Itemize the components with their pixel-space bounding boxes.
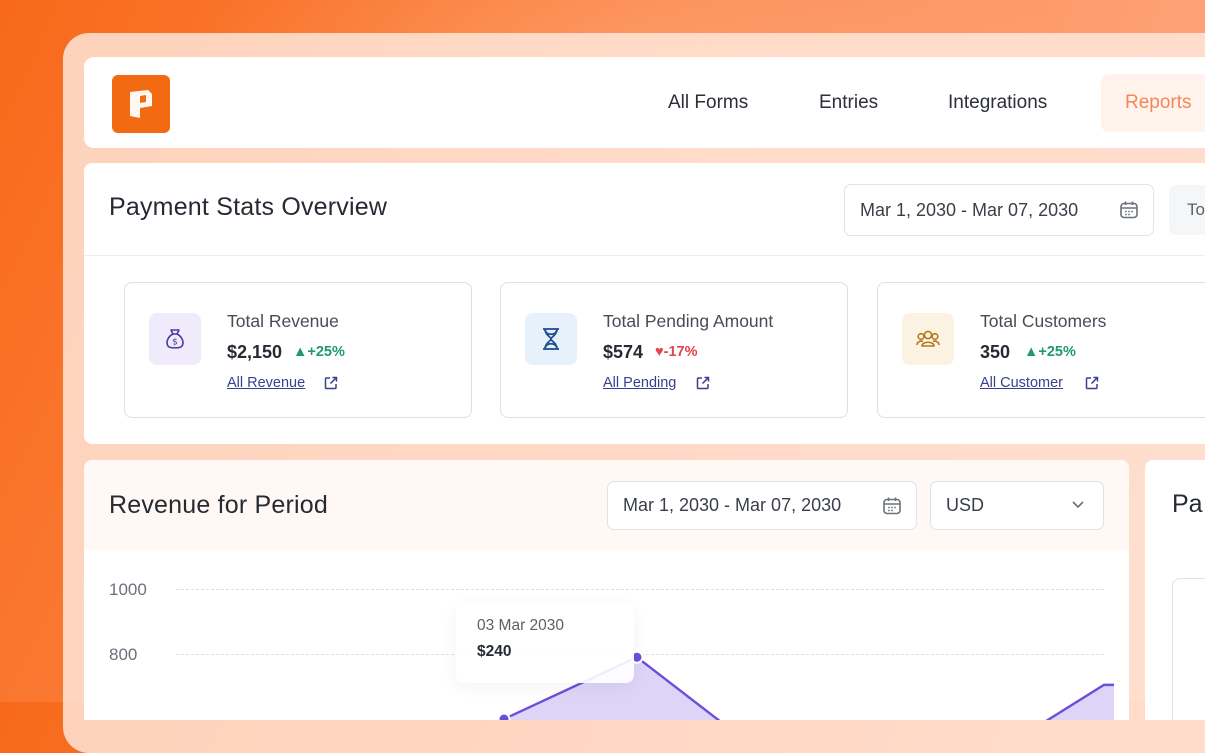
side-panel-inner [1172,578,1205,720]
nav-all-forms[interactable]: All Forms [668,85,748,121]
triangle-up-icon: ▲ [293,344,308,360]
external-link-icon[interactable] [323,375,339,391]
hourglass-icon [525,313,577,365]
stat-value: $574 [603,342,644,362]
tooltip-value: $240 [477,643,512,660]
svg-text:$: $ [172,338,178,348]
stats-header: Payment Stats Overview Mar 1, 2030 - Mar… [84,163,1205,256]
chart-tooltip: 03 Mar 2030 $240 [456,603,634,683]
stat-label: Total Revenue [227,311,339,331]
external-link-icon[interactable] [1084,375,1100,391]
revenue-card: Revenue for Period Mar 1, 2030 - Mar 07,… [84,460,1129,720]
stats-secondary-select[interactable]: To [1169,185,1205,235]
money-bag-icon: $ [149,313,201,365]
data-point [497,712,511,720]
tooltip-date: 03 Mar 2030 [477,617,565,634]
nav-integrations[interactable]: Integrations [948,85,1047,121]
stat-change: ▲+25% [1024,344,1076,360]
heart-down-icon: ♥ [655,344,664,360]
stat-card-pending: Total Pending Amount $574 ♥-17% All Pend… [500,282,848,418]
nav-reports[interactable]: Reports [1125,85,1192,121]
triangle-up-icon: ▲ [1024,344,1039,360]
payment-stats-card: Payment Stats Overview Mar 1, 2030 - Mar… [84,163,1205,444]
stat-value: 350 [980,342,1011,362]
stat-card-revenue: $ Total Revenue $2,150 ▲+25% All Revenue [124,282,472,418]
stats-date-picker[interactable]: Mar 1, 2030 - Mar 07, 2030 [844,184,1154,236]
stat-value: $2,150 [227,342,283,362]
nav-entries[interactable]: Entries [819,85,878,121]
all-revenue-link[interactable]: All Revenue [227,375,305,391]
side-panel-card: Pa [1145,460,1205,720]
stats-date-value: Mar 1, 2030 - Mar 07, 2030 [860,199,1079,220]
users-icon [902,313,954,365]
external-link-icon[interactable] [695,375,711,391]
stat-change: ▲+25% [293,344,345,360]
stat-change: ♥-17% [655,344,698,360]
logo-icon [130,90,152,118]
page-title: Payment Stats Overview [109,193,388,221]
stat-label: Total Pending Amount [603,311,774,331]
stat-card-customers: Total Customers 350 ▲+25% All Customer [877,282,1205,418]
all-customer-link[interactable]: All Customer [980,375,1063,391]
calendar-icon [1120,201,1138,219]
app-logo[interactable] [112,75,170,133]
side-panel-title: Pa [1172,490,1203,518]
top-nav: All Forms Entries Integrations Reports [84,57,1205,148]
all-pending-link[interactable]: All Pending [603,375,676,391]
stat-label: Total Customers [980,311,1107,331]
